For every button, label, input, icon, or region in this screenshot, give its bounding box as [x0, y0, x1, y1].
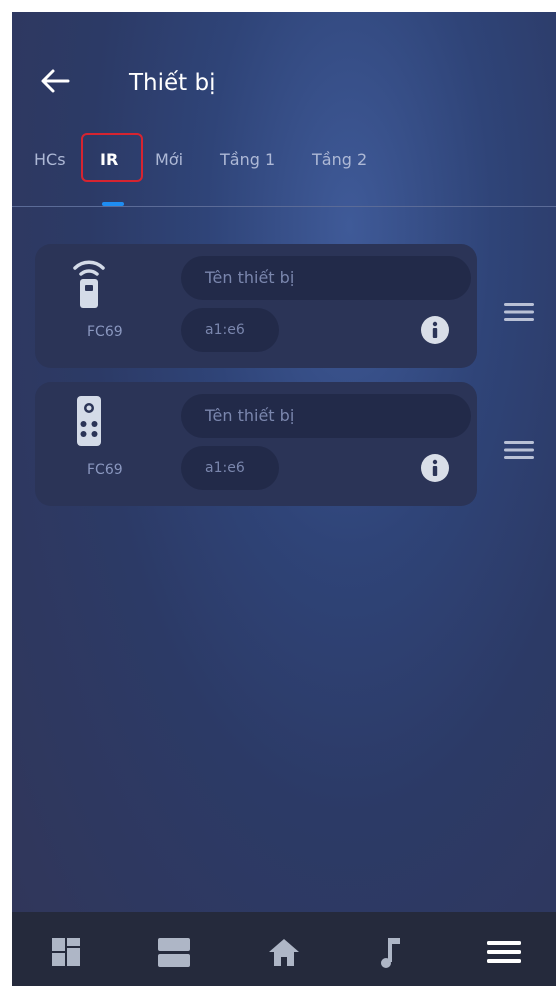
rooms-list-icon	[158, 938, 190, 967]
device-address-field: a1:e6	[181, 308, 279, 352]
nav-rooms[interactable]	[156, 934, 192, 970]
device-name-input[interactable]: Tên thiết bị	[181, 256, 471, 300]
dashboard-grid-icon	[52, 938, 80, 966]
drag-handle-icon[interactable]	[504, 440, 534, 460]
tab-tang-2[interactable]: Tầng 2	[312, 150, 367, 169]
nav-home[interactable]	[266, 934, 302, 970]
tab-moi[interactable]: Mới	[155, 150, 183, 169]
home-icon	[269, 939, 299, 966]
device-name-input[interactable]: Tên thiết bị	[181, 394, 471, 438]
remote-control-icon	[77, 396, 101, 446]
page-title: Thiết bị	[129, 70, 216, 96]
music-note-icon	[381, 938, 400, 968]
app-header: Thiết bị	[12, 12, 556, 132]
menu-icon	[487, 941, 521, 963]
nav-music[interactable]	[372, 934, 408, 970]
arrow-left-icon	[41, 69, 70, 93]
device-card[interactable]: FC69 Tên thiết bị a1:e6	[35, 244, 477, 368]
device-card[interactable]: FC69 Tên thiết bị a1:e6	[35, 382, 477, 506]
bottom-nav	[12, 912, 556, 986]
drag-handle-icon[interactable]	[504, 302, 534, 322]
info-icon[interactable]	[421, 316, 449, 344]
device-address-field: a1:e6	[181, 446, 279, 490]
nav-menu[interactable]	[486, 934, 522, 970]
nav-dashboard[interactable]	[48, 934, 84, 970]
info-icon[interactable]	[421, 454, 449, 482]
tab-highlight-box	[81, 133, 143, 182]
tab-hcs[interactable]: HCs	[34, 150, 66, 169]
tab-tang-1[interactable]: Tầng 1	[220, 150, 275, 169]
device-code: FC69	[87, 324, 123, 340]
app-screen: Thiết bị HCs IR Mới Tầng 1 Tầng 2 FC69 T…	[12, 12, 556, 986]
wifi-remote-icon	[73, 260, 105, 308]
back-button[interactable]	[38, 64, 72, 98]
tab-divider	[12, 206, 556, 207]
device-code: FC69	[87, 462, 123, 478]
